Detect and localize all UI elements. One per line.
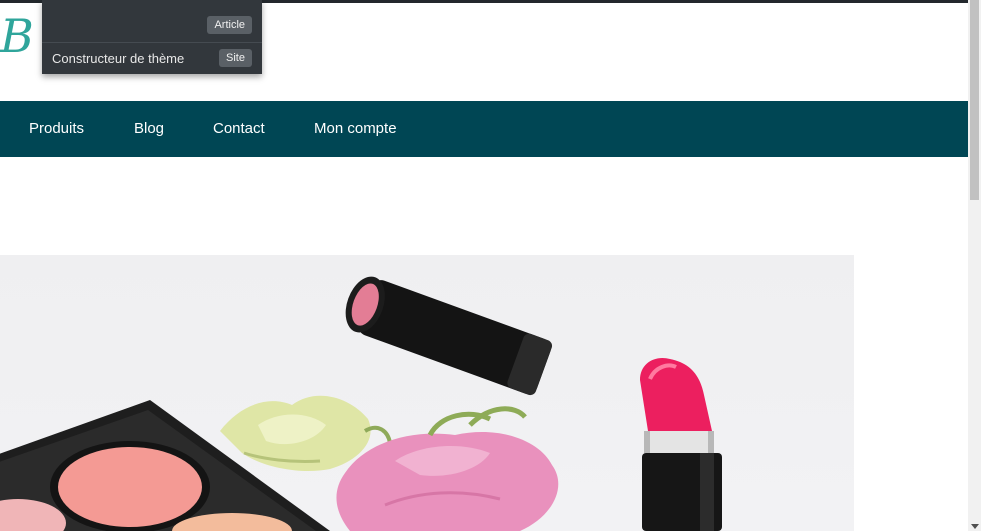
- scrollbar-thumb[interactable]: [970, 0, 979, 200]
- page-scrollbar[interactable]: [968, 0, 981, 531]
- hero-image: [0, 255, 854, 531]
- nav-item-contact[interactable]: Contact: [213, 101, 265, 157]
- scroll-down-arrow-icon[interactable]: [971, 524, 979, 529]
- dropdown-item-badge: Site: [219, 49, 252, 67]
- dropdown-item-article[interactable]: Article: [42, 8, 262, 43]
- dropdown-item-label: Constructeur de thème: [52, 50, 185, 66]
- nav-item-blog[interactable]: Blog: [134, 101, 164, 157]
- red-lipstick-icon: [640, 357, 722, 531]
- nav-item-produits[interactable]: Produits: [29, 101, 84, 157]
- dropdown-item-badge: Article: [207, 16, 252, 34]
- cosmetics-illustration: [0, 276, 722, 531]
- main-navigation: Produits Blog Contact Mon compte: [0, 101, 968, 157]
- lipstick-cap-icon: [345, 276, 553, 396]
- admin-new-dropdown: Article Constructeur de thème Site: [42, 0, 262, 74]
- nav-item-mon-compte[interactable]: Mon compte: [314, 101, 397, 157]
- dropdown-item-theme-builder[interactable]: Constructeur de thème Site: [42, 42, 262, 74]
